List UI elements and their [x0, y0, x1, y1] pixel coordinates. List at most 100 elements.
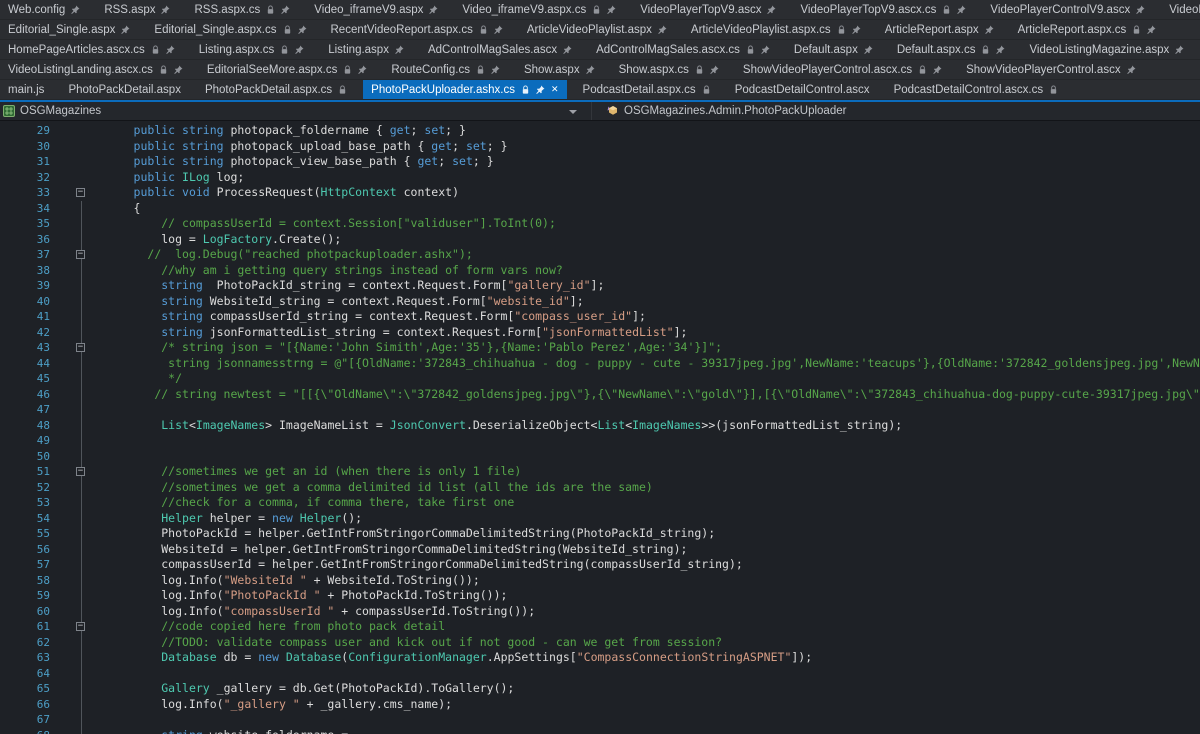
editor-tab[interactable]: PodcastDetailControl.ascx [727, 80, 878, 99]
type-dropdown[interactable]: OSGMagazines.Admin.PhotoPackUploader [592, 102, 846, 120]
editor-tab[interactable]: RouteConfig.cs [383, 60, 508, 79]
editor-tab[interactable]: PhotoPackDetail.aspx [60, 80, 189, 99]
editor-tab[interactable]: PhotoPackDetail.aspx.cs [197, 80, 355, 99]
lock-icon [338, 85, 347, 95]
editor-tab[interactable]: Video_iframeV9.aspx.cs [454, 0, 624, 19]
editor-tab[interactable]: RSS.aspx [96, 0, 178, 19]
pin-icon [563, 45, 572, 54]
editor-tab[interactable]: Web.config [0, 0, 88, 19]
editor-tab[interactable]: Listing.aspx.cs [191, 40, 312, 59]
fold-margin [72, 371, 92, 387]
fold-collapse-toggle[interactable]: − [76, 343, 85, 352]
editor-tab[interactable]: AdControlMagSales.ascx [420, 40, 580, 59]
fold-margin [72, 681, 92, 697]
editor-tab[interactable]: VideoPlayerControlV9.ascx [982, 0, 1153, 19]
code-text [92, 402, 1200, 418]
editor-tab[interactable]: Listing.aspx [320, 40, 412, 59]
editor-tab[interactable]: ArticleVideoPlaylist.aspx [519, 20, 675, 39]
editor-tab[interactable]: AdControlMagSales.ascx.cs [588, 40, 778, 59]
code-text: log.Info("_gallery " + _gallery.cms_name… [92, 697, 1200, 713]
selection-margin [50, 139, 72, 155]
editor-tab[interactable]: Show.aspx.cs [611, 60, 727, 79]
pin-icon [767, 5, 776, 14]
editor-tab[interactable]: main.js [0, 80, 52, 99]
editor-tab[interactable]: VideoPlayerTopV9.ascx [632, 0, 784, 19]
editor-tab[interactable]: RSS.aspx.cs [186, 0, 298, 19]
tab-label: AdControlMagSales.ascx [428, 44, 557, 56]
lock-icon [476, 65, 485, 75]
line-number: 48 [0, 418, 50, 434]
code-text: //why am i getting query strings instead… [92, 263, 1200, 279]
fold-margin [72, 526, 92, 542]
editor-tab[interactable]: RecentVideoReport.aspx.cs [323, 20, 511, 39]
editor-tab[interactable]: Editorial_Single.aspx [0, 20, 138, 39]
editor-tab[interactable]: VideoPlayerTopV9.ascx.cs [792, 0, 974, 19]
editor-tab[interactable]: ArticleVideoPlaylist.aspx.cs [683, 20, 869, 39]
tab-label: ArticleVideoPlaylist.aspx [527, 24, 652, 36]
tab-label: RSS.aspx [104, 4, 155, 16]
selection-margin [50, 402, 72, 418]
editor-tab[interactable]: ArticleReport.aspx [877, 20, 1002, 39]
code-line: 68 string website_foldername = [0, 728, 1200, 734]
selection-margin [50, 154, 72, 170]
code-line: 57 compassUserId = helper.GetIntFromStri… [0, 557, 1200, 573]
project-dropdown[interactable]: OSGMagazines [0, 102, 592, 120]
tab-row: main.js PhotoPackDetail.aspx PhotoPackDeta… [0, 80, 1200, 100]
selection-margin [50, 201, 72, 217]
line-number: 57 [0, 557, 50, 573]
code-text: Database db = new Database(Configuration… [92, 650, 1200, 666]
line-number: 47 [0, 402, 50, 418]
lock-icon [695, 65, 704, 75]
editor-tab[interactable]: HomePageArticles.ascx.cs [0, 40, 183, 59]
fold-collapse-toggle[interactable]: − [76, 188, 85, 197]
editor-tab[interactable]: PodcastDetail.aspx.cs [575, 80, 719, 99]
editor-tab[interactable]: Video_iframeV9.aspx [306, 0, 446, 19]
fold-margin [72, 604, 92, 620]
code-text: public ILog log; [92, 170, 1200, 186]
fold-collapse-toggle[interactable]: − [76, 467, 85, 476]
editor-tab[interactable]: ShowVideoPlayerControl.ascx.cs [735, 60, 950, 79]
code-text: //check for a comma, if comma there, tak… [92, 495, 1200, 511]
lock-icon [151, 45, 160, 55]
code-text: string website_foldername = [92, 728, 1200, 734]
editor-tab[interactable]: ArticleReport.aspx.cs [1010, 20, 1165, 39]
editor-tab[interactable]: ShowVideoPlayerControl.ascx [958, 60, 1143, 79]
fold-margin: − [72, 464, 92, 480]
selection-margin [50, 604, 72, 620]
tab-label: VideoPlayerControlV9.ascx [990, 4, 1130, 16]
editor-tab[interactable]: Default.aspx [786, 40, 881, 59]
fold-margin [72, 216, 92, 232]
editor-tab[interactable]: Show.aspx [516, 60, 603, 79]
close-icon[interactable]: ✕ [551, 84, 559, 95]
code-text [92, 666, 1200, 682]
fold-collapse-toggle[interactable]: − [76, 250, 85, 259]
code-text: List<ImageNames> ImageNameList = JsonCon… [92, 418, 1200, 434]
project-name: OSGMagazines [20, 105, 101, 117]
code-text: log.Info("WebsiteId " + WebsiteId.ToStri… [92, 573, 1200, 589]
editor-tab[interactable]: Editorial_Single.aspx.cs [146, 20, 314, 39]
selection-margin [50, 356, 72, 372]
editor-tab[interactable]: VideoListingLanding.ascx.cs [0, 60, 191, 79]
fold-collapse-toggle[interactable]: − [76, 622, 85, 631]
code-editor[interactable]: 29 public string photopack_foldername { … [0, 121, 1200, 734]
pin-icon [161, 5, 170, 14]
tab-label: Show.aspx [524, 64, 580, 76]
line-number: 30 [0, 139, 50, 155]
editor-tab[interactable]: VideoListingMagazine.aspx [1021, 40, 1192, 59]
editor-tab[interactable]: EditorialSeeMore.aspx.cs [199, 60, 375, 79]
editor-tab[interactable]: Default.aspx.cs [889, 40, 1014, 59]
code-line: 36 log = LogFactory.Create(); [0, 232, 1200, 248]
code-line: 47 [0, 402, 1200, 418]
line-number: 37 [0, 247, 50, 263]
tab-label: VideoPlayerTopV9.ascx [640, 4, 761, 16]
editor-tab[interactable]: PodcastDetailControl.ascx.cs [886, 80, 1067, 99]
editor-tab[interactable]: VideoPlayerControlV9.ascx.cs [1161, 0, 1200, 19]
code-text: PhotoPackId = helper.GetIntFromStringorC… [92, 526, 1200, 542]
fold-margin [72, 123, 92, 139]
line-number: 67 [0, 712, 50, 728]
lock-icon [837, 25, 846, 35]
selection-margin [50, 526, 72, 542]
tab-row: Editorial_Single.aspx Editorial_Single.as… [0, 20, 1200, 40]
selection-margin [50, 433, 72, 449]
editor-tab[interactable]: PhotoPackUploader.ashx.cs✕ [363, 80, 566, 99]
